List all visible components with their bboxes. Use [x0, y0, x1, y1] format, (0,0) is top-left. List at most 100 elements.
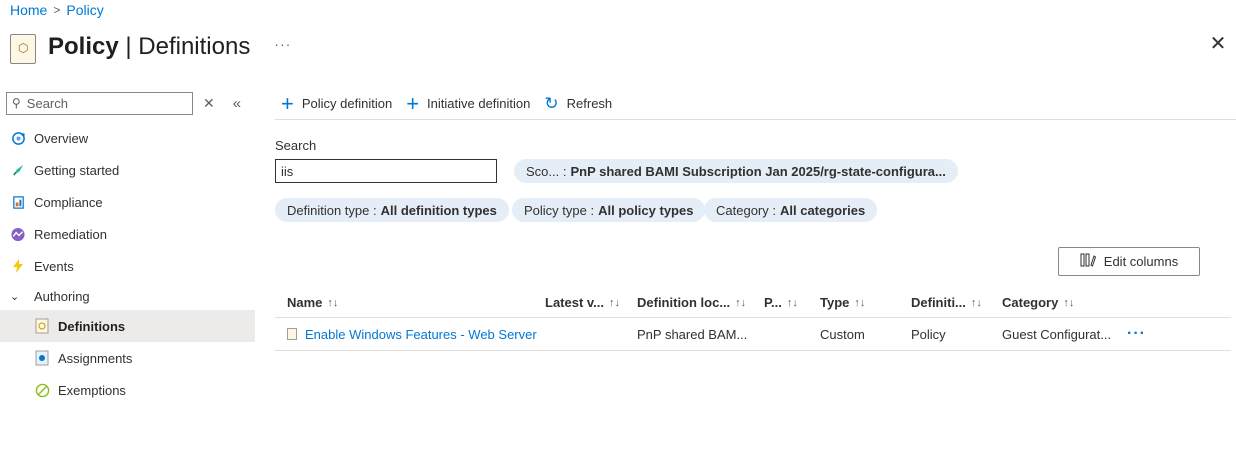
definition-type-filter-pill[interactable]: Definition type : All definition types	[275, 198, 509, 222]
lightning-icon	[10, 258, 26, 274]
search-label: Search	[275, 138, 317, 153]
column-header-p[interactable]: P... ↑↓	[764, 295, 820, 310]
remediation-icon	[10, 226, 26, 242]
sort-icon: ↑↓	[327, 296, 339, 309]
definitions-search-input[interactable]	[275, 159, 497, 183]
cell-definition-location: PnP shared BAM...	[637, 326, 748, 342]
sidebar-item-label: Assignments	[58, 350, 133, 366]
breadcrumb-policy[interactable]: Policy	[66, 2, 103, 18]
sort-icon: ↑↓	[970, 296, 982, 309]
close-button[interactable]: ✕	[1208, 34, 1228, 54]
scope-filter-pill[interactable]: Sco... : PnP shared BAMI Subscription Jan…	[514, 159, 958, 183]
sidebar-item-label: Authoring	[34, 288, 90, 304]
compliance-icon	[10, 194, 26, 210]
sidebar-item-label: Getting started	[34, 162, 120, 178]
overview-icon	[10, 130, 26, 146]
cell-definition-type: Policy	[911, 326, 946, 342]
column-header-name[interactable]: Name ↑↓	[275, 295, 545, 310]
sidebar-item-exemptions[interactable]: Exemptions	[0, 374, 255, 406]
cell-category: Guest Configurat...	[1002, 326, 1112, 342]
row-more-options-icon[interactable]: ···	[1127, 325, 1146, 342]
definitions-table: Name ↑↓ Latest v... ↑↓ Definition loc... ↑↓…	[275, 288, 1231, 351]
sidebar-item-events[interactable]: Events	[0, 250, 255, 282]
sort-icon: ↑↓	[854, 296, 866, 309]
sidebar-item-label: Exemptions	[58, 382, 126, 398]
sidebar-item-remediation[interactable]: Remediation	[0, 218, 255, 250]
sidebar-item-label: Definitions	[58, 318, 126, 334]
sidebar-item-compliance[interactable]: Compliance	[0, 186, 255, 218]
add-initiative-definition-button[interactable]: + Initiative definition	[406, 90, 531, 116]
filter-value: PnP shared BAMI Subscription Jan 2025/rg…	[570, 163, 946, 179]
cell-type: Custom	[820, 326, 865, 342]
refresh-icon: ↻	[544, 93, 559, 113]
sidebar-item-getting-started[interactable]: Getting started	[0, 154, 255, 186]
rocket-icon	[10, 162, 26, 178]
table-header: Name ↑↓ Latest v... ↑↓ Definition loc... ↑↓…	[275, 288, 1231, 318]
sidebar-item-label: Remediation	[34, 226, 107, 242]
clear-search-icon[interactable]: ✕	[203, 95, 215, 112]
command-bar: + Policy definition + Initiative definit…	[275, 88, 1236, 120]
filter-key: Policy type :	[524, 202, 595, 218]
breadcrumb-home[interactable]: Home	[10, 2, 47, 18]
more-options-icon[interactable]: ···	[274, 36, 291, 52]
refresh-button[interactable]: ↻ Refresh	[544, 94, 612, 114]
policy-icon	[10, 34, 36, 64]
page-title: Policy | Definitions	[48, 33, 250, 61]
filter-key: Definition type :	[287, 202, 377, 218]
cell-actions: ···	[1127, 325, 1187, 343]
edit-columns-icon	[1080, 253, 1096, 270]
definition-icon	[287, 328, 297, 340]
chevron-right-icon: >	[53, 3, 61, 17]
sidebar-item-assignments[interactable]: Assignments	[0, 342, 255, 374]
filter-key: Category :	[716, 202, 776, 218]
filter-value: All policy types	[598, 202, 694, 218]
sidebar-item-label: Overview	[34, 130, 89, 146]
search-icon: ⚲	[12, 96, 21, 110]
column-header-type[interactable]: Type ↑↓	[820, 295, 911, 310]
column-header-latest-version[interactable]: Latest v... ↑↓	[545, 295, 637, 310]
page-title-sub: | Definitions	[118, 33, 251, 60]
exemption-icon	[34, 382, 50, 398]
column-header-definition-location[interactable]: Definition loc... ↑↓	[637, 295, 764, 310]
definition-icon	[34, 318, 50, 334]
add-policy-definition-button[interactable]: + Policy definition	[281, 90, 393, 116]
policy-type-filter-pill[interactable]: Policy type : All policy types	[512, 198, 706, 222]
sidebar-search-row: ⚲ ✕ «	[0, 88, 255, 118]
filter-key: Sco... :	[526, 163, 567, 179]
sort-icon: ↑↓	[735, 296, 747, 309]
sidebar-group-authoring[interactable]: ⌄ Authoring	[0, 282, 255, 310]
category-filter-pill[interactable]: Category : All categories	[704, 198, 878, 222]
column-header-category[interactable]: Category ↑↓	[1002, 295, 1127, 310]
button-label: Initiative definition	[427, 96, 531, 111]
sidebar-item-overview[interactable]: Overview	[0, 122, 255, 154]
plus-icon: +	[406, 90, 420, 116]
sidebar-search-input[interactable]	[26, 95, 187, 111]
plus-icon: +	[281, 90, 294, 116]
sort-icon: ↑↓	[609, 296, 621, 309]
assignment-icon	[34, 350, 50, 366]
sidebar-item-label: Compliance	[34, 194, 103, 210]
chevron-down-icon: ⌄	[10, 290, 20, 303]
table-row[interactable]: Enable Windows Features - Web Server PnP…	[275, 318, 1231, 351]
button-label: Edit columns	[1103, 254, 1179, 269]
definition-name: Enable Windows Features - Web Server	[305, 326, 537, 342]
sidebar-item-label: Events	[34, 258, 74, 274]
edit-columns-button[interactable]: Edit columns	[1058, 247, 1200, 276]
main-content: + Policy definition + Initiative definit…	[275, 88, 1236, 351]
sidebar-item-definitions[interactable]: Definitions	[0, 310, 255, 342]
sort-icon: ↑↓	[786, 296, 798, 309]
collapse-sidebar-icon[interactable]: «	[233, 95, 241, 112]
sidebar-search-box[interactable]: ⚲	[6, 91, 193, 115]
page-title-main: Policy	[48, 33, 119, 60]
cell-name: Enable Windows Features - Web Server	[275, 327, 545, 342]
breadcrumb: Home > Policy	[10, 2, 104, 18]
button-label: Refresh	[566, 96, 613, 111]
title-row: Policy | Definitions ···	[10, 30, 291, 64]
column-header-definition-type[interactable]: Definiti... ↑↓	[911, 295, 1002, 310]
sort-icon: ↑↓	[1063, 296, 1075, 309]
filter-value: All definition types	[380, 202, 497, 218]
sidebar: ⚲ ✕ « Overview Getting started Complianc…	[0, 88, 255, 406]
definition-link[interactable]: Enable Windows Features - Web Server	[287, 327, 545, 342]
button-label: Policy definition	[301, 96, 393, 111]
filter-value: All categories	[779, 202, 866, 218]
